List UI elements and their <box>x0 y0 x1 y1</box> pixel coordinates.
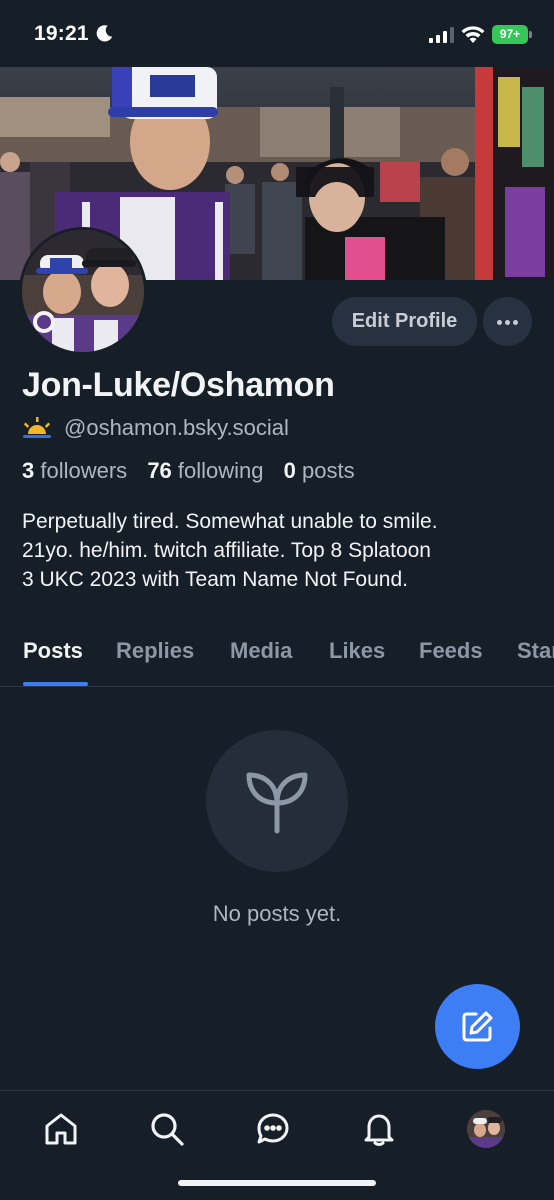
tab-media[interactable]: Media <box>230 638 292 664</box>
ellipsis-icon-dot <box>513 320 518 325</box>
following-count: 76 <box>147 458 172 483</box>
tab-posts[interactable]: Posts <box>23 638 83 664</box>
ellipsis-icon-dot <box>505 320 510 325</box>
bio-line: 3 UKC 2023 with Team Name Not Found. <box>22 568 408 591</box>
signal-icon <box>429 27 454 43</box>
tab-starter-packs[interactable]: Starter Packs <box>517 638 554 664</box>
ellipsis-icon <box>497 320 502 325</box>
status-bar: 19:21 97+ <box>0 0 554 67</box>
profile-bio: Perpetually tired. Somewhat unable to sm… <box>22 507 542 594</box>
battery-icon: 97+ <box>492 25 532 44</box>
profile-tabs: Posts Replies Media Likes Feeds Starter … <box>0 634 554 687</box>
bio-line: Perpetually tired. Somewhat unable to sm… <box>22 510 438 533</box>
active-tab-indicator <box>23 682 88 686</box>
profile-stats: 3 followers 76 following 0 posts <box>22 458 355 484</box>
chat-icon[interactable] <box>255 1111 291 1147</box>
sprout-icon <box>246 772 308 834</box>
followers-label: followers <box>40 458 128 483</box>
sunrise-icon <box>23 417 51 438</box>
avatar-image <box>22 230 144 352</box>
compose-post-button[interactable] <box>435 984 520 1069</box>
bell-icon[interactable] <box>361 1111 397 1147</box>
home-icon[interactable] <box>43 1111 79 1147</box>
home-indicator <box>178 1180 376 1186</box>
followers-link[interactable]: 3 followers <box>22 458 127 483</box>
bio-line: 21yo. he/him. twitch affiliate. Top 8 Sp… <box>22 539 431 562</box>
empty-state-text: No posts yet. <box>212 901 342 926</box>
edit-profile-button[interactable]: Edit Profile <box>332 297 477 346</box>
status-time: 19:21 <box>34 22 89 45</box>
following-label: following <box>177 458 264 483</box>
more-options-button[interactable] <box>483 297 532 346</box>
tab-feeds[interactable]: Feeds <box>419 638 483 664</box>
display-name: Jon-Luke/Oshamon <box>22 366 335 404</box>
profile-avatar[interactable] <box>19 227 147 355</box>
search-icon[interactable] <box>149 1111 185 1147</box>
handle-row: @oshamon.bsky.social <box>22 413 289 443</box>
profile-handle[interactable]: @oshamon.bsky.social <box>64 415 289 441</box>
nav-avatar-image <box>467 1110 505 1148</box>
moon-icon <box>96 25 113 42</box>
tab-likes[interactable]: Likes <box>329 638 385 664</box>
wifi-icon <box>461 26 485 43</box>
profile-avatar-nav[interactable] <box>467 1110 505 1148</box>
empty-state-icon-circle <box>206 730 348 872</box>
posts-count-item: 0 posts <box>284 458 355 483</box>
followers-count: 3 <box>22 458 35 483</box>
tab-replies[interactable]: Replies <box>116 638 194 664</box>
compose-icon <box>462 1011 493 1042</box>
following-link[interactable]: 76 following <box>147 458 263 483</box>
posts-count: 0 <box>283 458 296 483</box>
posts-label: posts <box>302 458 355 483</box>
